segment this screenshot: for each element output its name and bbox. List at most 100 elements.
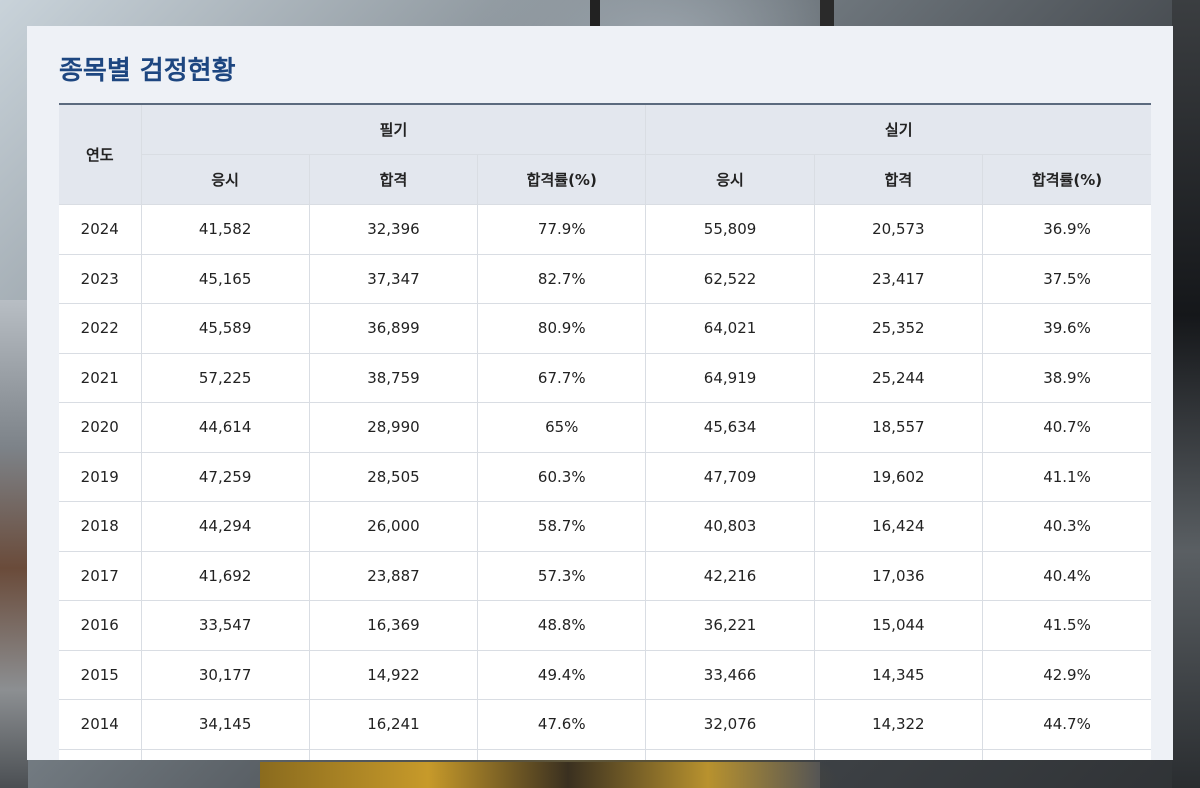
- table-cell: 19,602: [813, 451, 984, 502]
- background-detail: [0, 300, 28, 788]
- group-header-practical: 실기: [645, 103, 1152, 155]
- table-cell: 2018: [59, 501, 142, 552]
- table-row: 2015 30,177 14,922 49.4% 33,466 14,345 42.9%: [59, 649, 1152, 700]
- table-row: 2024 41,582 32,396 77.9% 55,809 20,573 36.9%: [59, 204, 1152, 255]
- column-header: 응시: [141, 154, 310, 205]
- table-cell: 25,352: [813, 303, 984, 354]
- table-cell: [140, 748, 310, 760]
- table-cell: 33,547: [140, 600, 310, 651]
- background-detail: [1172, 0, 1200, 788]
- table-cell: 38.9%: [982, 352, 1152, 403]
- table-cell: 42,216: [645, 550, 815, 601]
- content-panel: 종목별 검정현황 연도 필기 실기 응시 합격 합격률(%) 응시 합격 합격률…: [27, 26, 1173, 760]
- table-cell: 37.5%: [982, 253, 1152, 304]
- table-cell: 23,887: [308, 550, 479, 601]
- table-cell: 32,076: [645, 699, 815, 750]
- table-cell: 14,922: [308, 649, 479, 700]
- table-cell: 33,466: [645, 649, 815, 700]
- table-cell: 41,582: [140, 204, 310, 255]
- table-cell: 40.7%: [982, 402, 1152, 453]
- table-cell: 36,899: [308, 303, 479, 354]
- table-cell: 65%: [477, 402, 647, 453]
- table-cell: 20,573: [813, 204, 984, 255]
- table-cell: 40.4%: [982, 550, 1152, 601]
- table-cell: 25,244: [813, 352, 984, 403]
- table-row: 2021 57,225 38,759 67.7% 64,919 25,244 38.9%: [59, 352, 1152, 403]
- table-cell: 62,522: [645, 253, 815, 304]
- table-cell: 57,225: [140, 352, 310, 403]
- table-cell: 15,044: [813, 600, 984, 651]
- column-header: 합격: [813, 154, 984, 205]
- table-cell: 28,505: [308, 451, 479, 502]
- table-cell: 37,347: [308, 253, 479, 304]
- table-cell: 47,709: [645, 451, 815, 502]
- table-cell: 40,803: [645, 501, 815, 552]
- table-cell: 60.3%: [477, 451, 647, 502]
- table-row: 2023 45,165 37,347 82.7% 62,522 23,417 37.5%: [59, 253, 1152, 304]
- table-cell: 26,000: [308, 501, 479, 552]
- table-cell: 2021: [59, 352, 142, 403]
- table-cell: 14,322: [813, 699, 984, 750]
- table-cell: 44,294: [140, 501, 310, 552]
- table-cell: 67.7%: [477, 352, 647, 403]
- table-cell: 82.7%: [477, 253, 647, 304]
- table-cell: 47.6%: [477, 699, 647, 750]
- table-cell: [982, 748, 1152, 760]
- background-detail: [590, 0, 600, 28]
- table-row: 2019 47,259 28,505 60.3% 47,709 19,602 41.1%: [59, 451, 1152, 502]
- table-cell: 41,692: [140, 550, 310, 601]
- table-cell: 44,614: [140, 402, 310, 453]
- table-cell: 45,634: [645, 402, 815, 453]
- table-cell: 80.9%: [477, 303, 647, 354]
- table-row: 2017 41,692 23,887 57.3% 42,216 17,036 40.4%: [59, 550, 1152, 601]
- table-row: 2014 34,145 16,241 47.6% 32,076 14,322 44.7%: [59, 699, 1152, 750]
- table-row: 2018 44,294 26,000 58.7% 40,803 16,424 40.3%: [59, 501, 1152, 552]
- table-cell: 16,369: [308, 600, 479, 651]
- column-header: 합격률(%): [477, 154, 647, 205]
- table-cell: 34,145: [140, 699, 310, 750]
- table-cell: 2023: [59, 253, 142, 304]
- table-cell: 77.9%: [477, 204, 647, 255]
- table-row: 2016 33,547 16,369 48.8% 36,221 15,044 41.5%: [59, 600, 1152, 651]
- table-cell: 55,809: [645, 204, 815, 255]
- table-cell: 64,021: [645, 303, 815, 354]
- table-cell: 2020: [59, 402, 142, 453]
- table-cell: 2016: [59, 600, 142, 651]
- table-cell: 2024: [59, 204, 142, 255]
- table-cell: 18,557: [813, 402, 984, 453]
- table-cell: [59, 748, 142, 760]
- table-cell: 45,165: [140, 253, 310, 304]
- table-cell: [477, 748, 647, 760]
- table-cell: 45,589: [140, 303, 310, 354]
- table-cell: 16,424: [813, 501, 984, 552]
- table-cell: 2015: [59, 649, 142, 700]
- table-cell: 41.5%: [982, 600, 1152, 651]
- table-cell: 41.1%: [982, 451, 1152, 502]
- table-cell: 48.8%: [477, 600, 647, 651]
- table-cell: 32,396: [308, 204, 479, 255]
- table-cell: 28,990: [308, 402, 479, 453]
- table-cell: 38,759: [308, 352, 479, 403]
- table-cell: 57.3%: [477, 550, 647, 601]
- table-cell: 44.7%: [982, 699, 1152, 750]
- table-cell: 2019: [59, 451, 142, 502]
- table-cell: 17,036: [813, 550, 984, 601]
- table-cell: 36,221: [645, 600, 815, 651]
- column-header: 응시: [645, 154, 815, 205]
- table-cell: 2014: [59, 699, 142, 750]
- column-header: 합격률(%): [982, 154, 1152, 205]
- table-cell: 64,919: [645, 352, 815, 403]
- table-cell: 36.9%: [982, 204, 1152, 255]
- background-detail: [820, 0, 834, 28]
- table-cell: 2022: [59, 303, 142, 354]
- exam-stats-table: 연도 필기 실기 응시 합격 합격률(%) 응시 합격 합격률(%) 2024 4…: [59, 103, 1152, 760]
- table-cell: 42.9%: [982, 649, 1152, 700]
- table-cell: 23,417: [813, 253, 984, 304]
- group-header-written: 필기: [140, 103, 647, 155]
- table-row: 2020 44,614 28,990 65% 45,634 18,557 40.7%: [59, 402, 1152, 453]
- column-header-year: 연도: [59, 103, 142, 205]
- table-cell: 47,259: [140, 451, 310, 502]
- table-cell: 58.7%: [477, 501, 647, 552]
- table-cell: 2017: [59, 550, 142, 601]
- table-cell: 40.3%: [982, 501, 1152, 552]
